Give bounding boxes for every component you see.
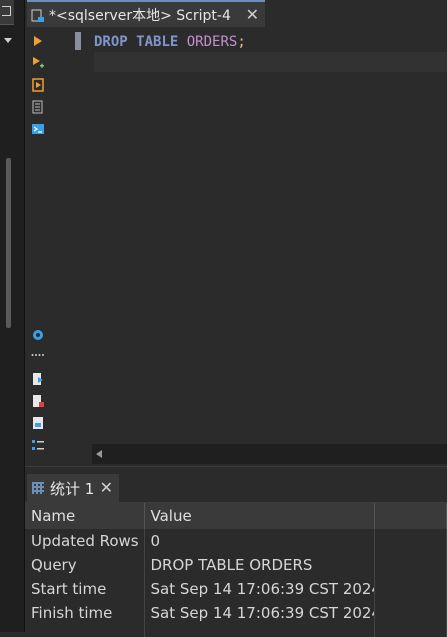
terminal-icon[interactable] <box>31 122 45 136</box>
row-value: 0 <box>144 529 375 553</box>
editor-side-toolbar <box>25 28 49 466</box>
results-tab-bar: 统计 1 ✕ <box>25 472 447 503</box>
outline-view-icon[interactable] <box>31 438 45 452</box>
column-header-name[interactable]: Name <box>25 503 145 529</box>
settings-gear-icon[interactable] <box>31 328 45 342</box>
row-value: Sat Sep 14 17:06:39 CST 2024 <box>144 577 375 601</box>
chevron-down-icon[interactable] <box>4 38 12 43</box>
column-header-spacer <box>374 503 447 529</box>
delete-file-icon[interactable] <box>31 394 45 408</box>
left-sidebar-strip <box>0 0 25 632</box>
row-name: Query <box>25 553 145 577</box>
table-row-empty <box>25 625 447 637</box>
horizontal-scrollbar[interactable] <box>92 444 447 464</box>
execute-script-icon[interactable] <box>31 78 45 92</box>
statement-terminator: ; <box>237 34 246 50</box>
grid-icon <box>32 482 44 494</box>
code-line-1[interactable]: DROP TABLE ORDERS; <box>94 34 246 50</box>
export-icon[interactable] <box>31 372 45 386</box>
execute-statement-icon[interactable] <box>31 34 45 48</box>
close-icon[interactable]: ✕ <box>246 5 259 24</box>
table-row[interactable]: Start time Sat Sep 14 17:06:39 CST 2024 <box>25 577 447 601</box>
editor-tab-bar: *<sqlserver本地> Script-4 ✕ <box>25 0 447 29</box>
table-row[interactable]: Updated Rows 0 <box>25 529 447 553</box>
table-row[interactable]: Query DROP TABLE ORDERS <box>25 553 447 577</box>
restore-view-icon[interactable] <box>0 0 14 25</box>
more-options-icon[interactable] <box>31 348 45 362</box>
row-name: Updated Rows <box>25 529 145 553</box>
sidebar-scrollbar[interactable] <box>6 158 11 328</box>
explain-plan-icon[interactable] <box>31 100 45 114</box>
close-icon[interactable]: ✕ <box>100 478 113 497</box>
line-marker <box>75 32 81 50</box>
scroll-left-icon[interactable] <box>96 450 102 458</box>
keyword-table: TABLE <box>136 34 179 50</box>
row-value: Sat Sep 14 17:06:39 CST 2024 <box>144 601 375 625</box>
execute-in-new-tab-icon[interactable] <box>31 55 45 69</box>
tab-title: *<sqlserver本地> Script-4 <box>49 7 231 24</box>
keyword-drop: DROP <box>94 34 128 50</box>
statistics-table: Name Value Updated Rows 0 Query DROP TAB… <box>25 503 447 637</box>
row-name: Finish time <box>25 601 145 625</box>
results-tab-title: 统计 1 <box>50 479 95 498</box>
sql-script-icon <box>31 8 45 22</box>
table-identifier: ORDERS <box>186 34 238 50</box>
save-file-icon[interactable] <box>31 416 45 430</box>
column-header-value[interactable]: Value <box>144 503 375 529</box>
tab-statistics-1[interactable]: 统计 1 ✕ <box>27 474 119 502</box>
tab-script-4[interactable]: *<sqlserver本地> Script-4 ✕ <box>27 0 265 27</box>
row-value: DROP TABLE ORDERS <box>144 553 375 577</box>
current-line-highlight <box>94 52 447 72</box>
table-row[interactable]: Finish time Sat Sep 14 17:06:39 CST 2024 <box>25 601 447 625</box>
row-name: Start time <box>25 577 145 601</box>
sql-editor[interactable]: DROP TABLE ORDERS; <box>49 28 447 466</box>
